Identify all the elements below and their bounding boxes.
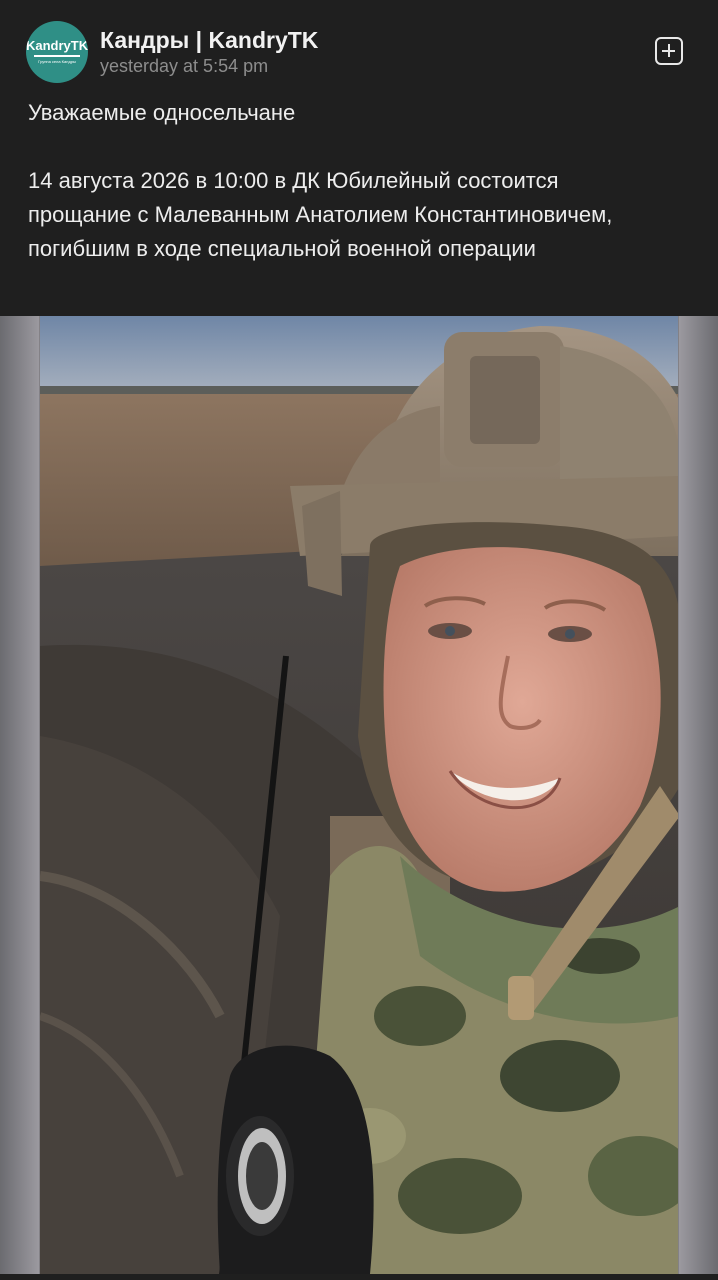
post-body: 14 августа 2026 в 10:00 в ДК Юбилейный с…	[28, 168, 613, 261]
post-card: KandryTK Группа села Кандры Кандры | Kan…	[0, 0, 718, 1280]
author-name[interactable]: Кандры | KandryTK	[100, 27, 318, 54]
post-photo[interactable]	[40, 316, 678, 1274]
avatar-subtitle: Группа села Кандры	[38, 59, 76, 64]
add-icon[interactable]	[655, 37, 683, 65]
post-timestamp: yesterday at 5:54 pm	[100, 56, 269, 76]
post-greeting: Уважаемые односельчане	[28, 100, 296, 125]
post-header: KandryTK Группа села Кандры Кандры | Kan…	[0, 0, 718, 90]
avatar-divider	[34, 55, 80, 57]
channel-avatar[interactable]: KandryTK Группа села Кандры	[26, 21, 88, 83]
photo-container[interactable]	[0, 316, 718, 1274]
photo-illustration	[40, 316, 678, 1274]
post-text: Уважаемые односельчане 14 августа 2026 в…	[28, 96, 668, 266]
avatar-brand-text: KandryTK	[26, 38, 88, 53]
